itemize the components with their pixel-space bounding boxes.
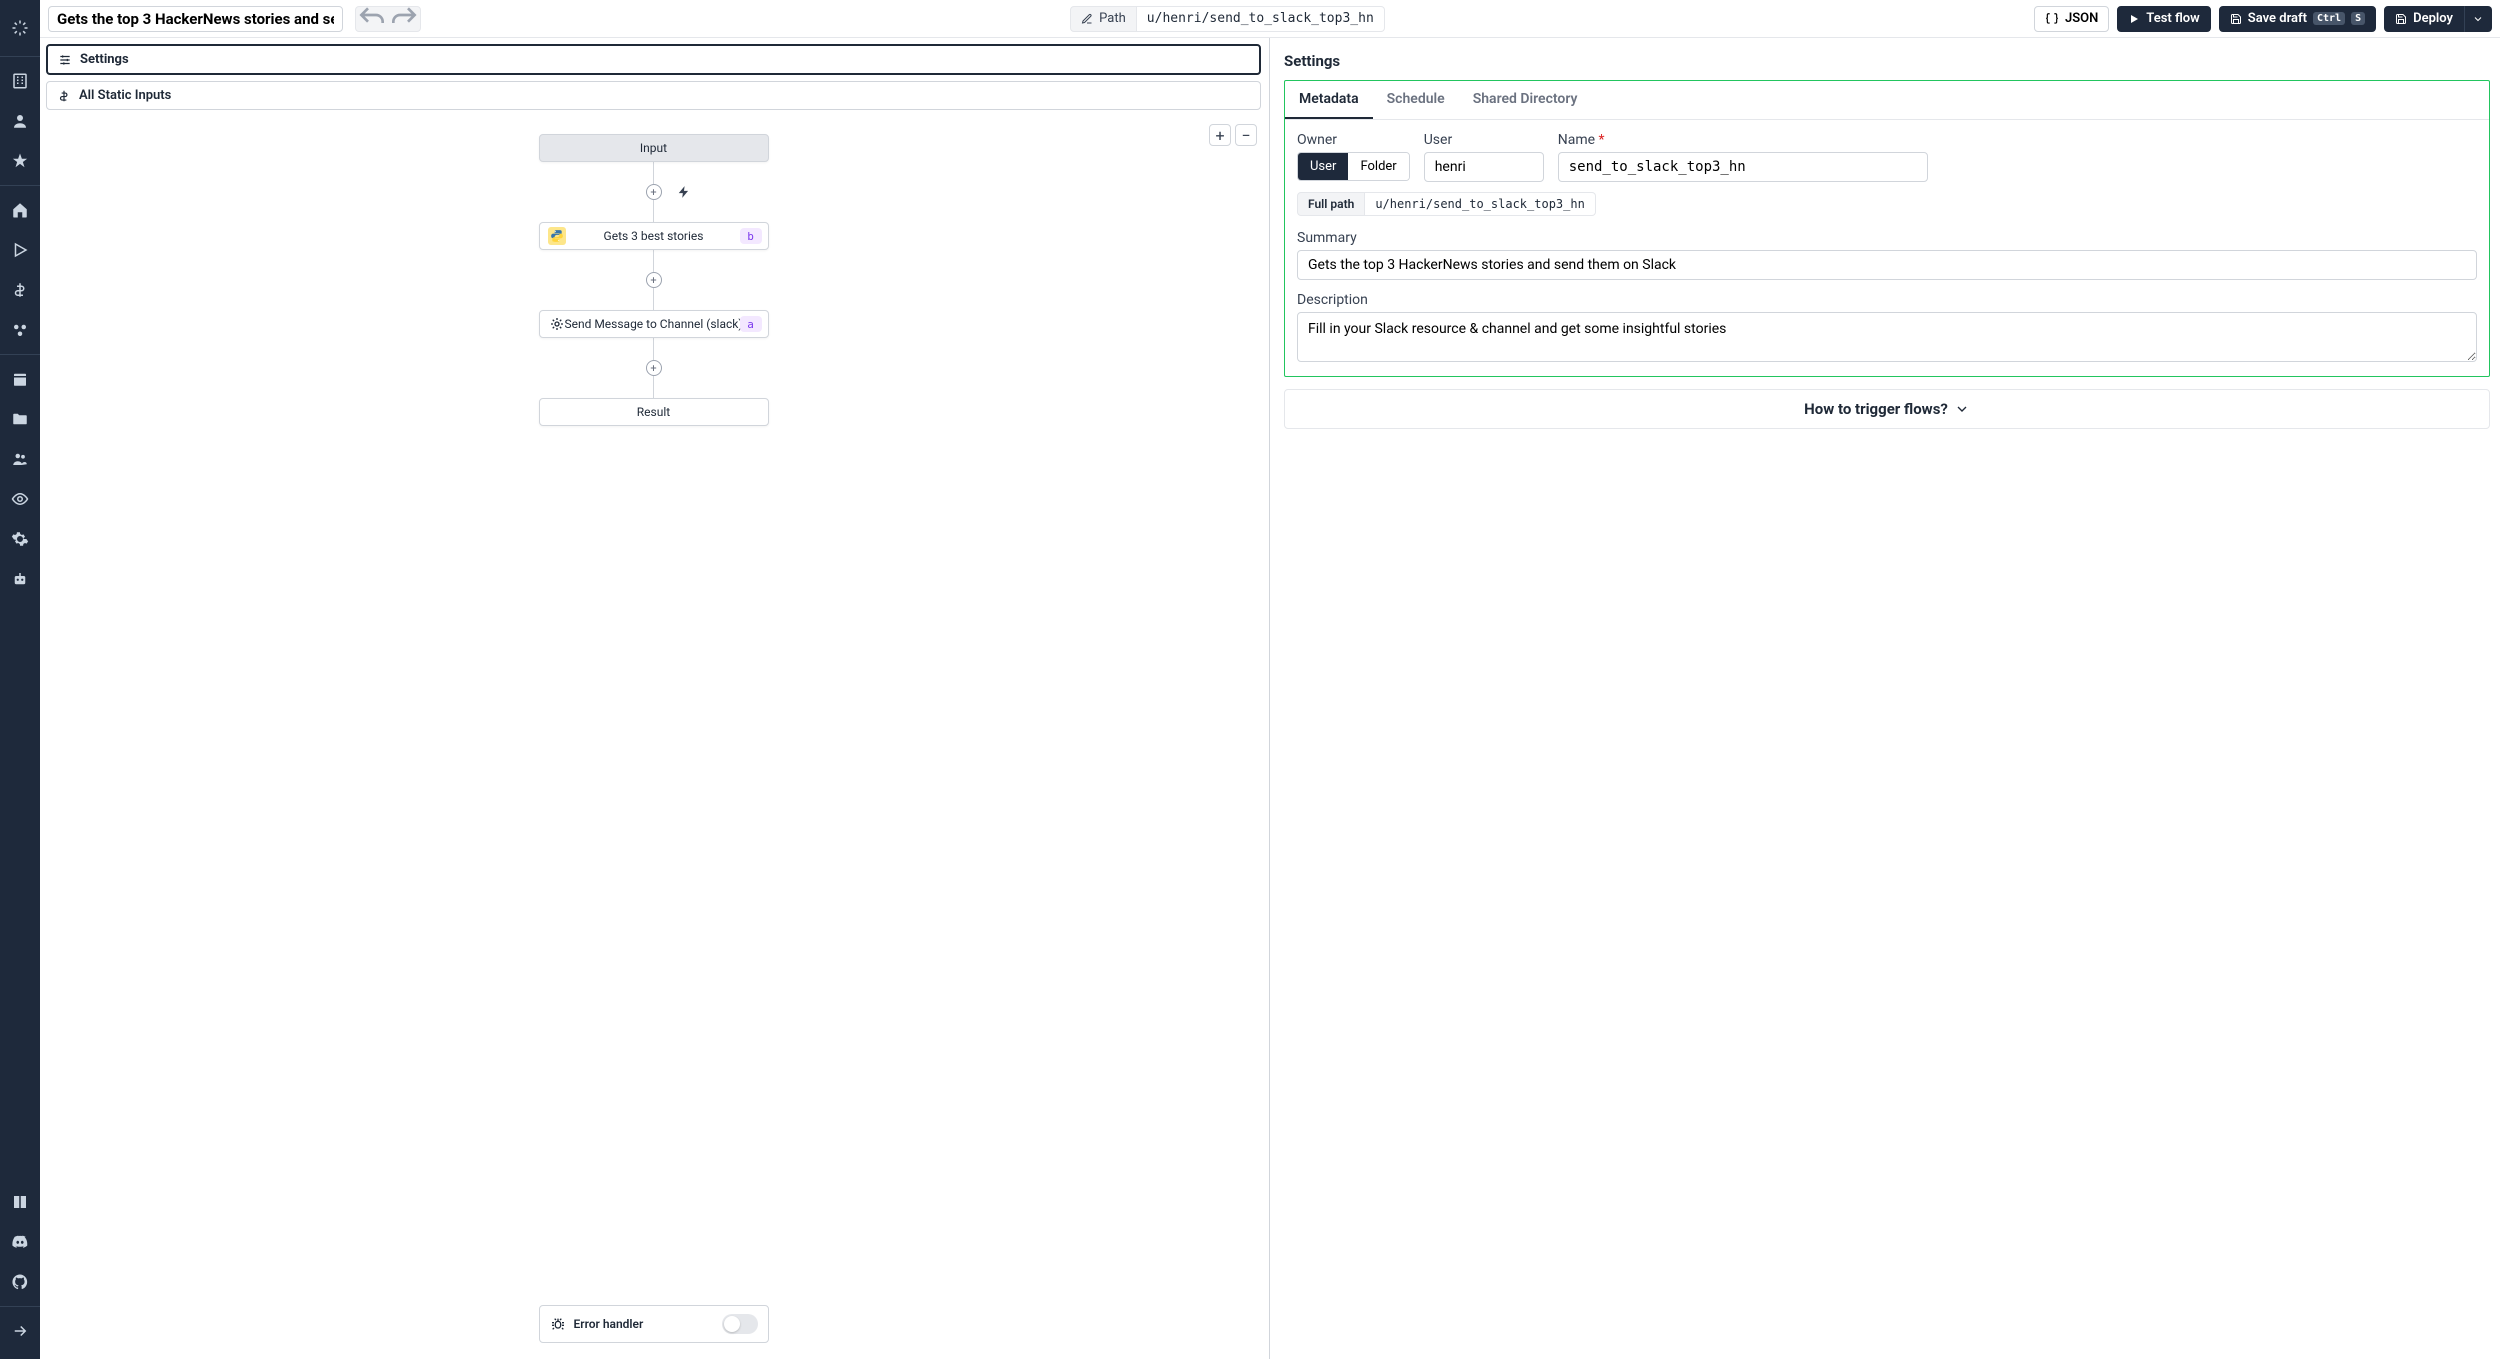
static-inputs-row[interactable]: All Static Inputs	[46, 81, 1261, 110]
python-icon	[548, 227, 566, 245]
user-input[interactable]	[1424, 152, 1544, 182]
summary-input[interactable]	[1297, 250, 2477, 280]
book-icon[interactable]	[0, 1182, 40, 1222]
deploy-button[interactable]: Deploy	[2384, 6, 2464, 32]
add-step-button-3[interactable]: +	[646, 360, 662, 376]
user-label: User	[1424, 132, 1544, 148]
name-input[interactable]	[1558, 152, 1928, 182]
description-textarea[interactable]: Fill in your Slack resource & channel an…	[1297, 312, 2477, 362]
step-letter-a: a	[740, 316, 762, 332]
github-icon[interactable]	[0, 1262, 40, 1302]
add-step-button[interactable]: +	[646, 184, 662, 200]
owner-folder-button[interactable]: Folder	[1348, 153, 1408, 180]
home-icon[interactable]	[0, 190, 40, 230]
owner-user-button[interactable]: User	[1298, 153, 1348, 180]
owner-label: Owner	[1297, 132, 1410, 148]
redo-button[interactable]	[388, 7, 420, 31]
input-node[interactable]: Input	[539, 134, 769, 162]
settings-title: Settings	[1284, 52, 2490, 70]
logo-icon[interactable]	[0, 8, 40, 48]
owner-segment: User Folder	[1297, 152, 1410, 181]
folder-icon[interactable]	[0, 399, 40, 439]
path-display: Path u/henri/send_to_slack_top3_hn	[1070, 6, 1385, 32]
users-icon[interactable]	[0, 439, 40, 479]
tab-schedule[interactable]: Schedule	[1373, 81, 1459, 119]
error-handler-row[interactable]: Error handler	[539, 1305, 769, 1343]
settings-row[interactable]: Settings	[46, 44, 1261, 75]
topbar: Path u/henri/send_to_slack_top3_hn JSON …	[40, 0, 2500, 38]
tab-shared-directory[interactable]: Shared Directory	[1459, 81, 1592, 119]
eye-icon[interactable]	[0, 479, 40, 519]
full-path-display: Full path u/henri/send_to_slack_top3_hn	[1297, 192, 2477, 216]
summary-label: Summary	[1297, 230, 2477, 246]
dollar-icon[interactable]	[0, 270, 40, 310]
result-node[interactable]: Result	[539, 398, 769, 426]
step-a-node[interactable]: Send Message to Channel (slack) a	[539, 310, 769, 338]
chevron-down-icon	[1954, 401, 1970, 417]
name-label: Name *	[1558, 132, 1928, 148]
error-handler-toggle[interactable]	[722, 1314, 758, 1334]
resources-icon[interactable]	[0, 310, 40, 350]
undo-button[interactable]	[356, 7, 388, 31]
flow-canvas-panel: Settings All Static Inputs + − Input +	[40, 38, 1270, 1359]
play-icon[interactable]	[0, 230, 40, 270]
settings-panel: Settings Metadata Schedule Shared Direct…	[1270, 38, 2500, 1359]
slack-icon	[548, 315, 566, 333]
deploy-group: Deploy	[2384, 6, 2492, 32]
bug-icon	[550, 1316, 566, 1332]
calendar-icon[interactable]	[0, 359, 40, 399]
step-letter-b: b	[740, 228, 762, 244]
zoom-in-button[interactable]: +	[1209, 124, 1231, 146]
json-button[interactable]: JSON	[2034, 6, 2109, 32]
gear-icon[interactable]	[0, 519, 40, 559]
how-to-trigger-button[interactable]: How to trigger flows?	[1284, 389, 2490, 429]
bolt-icon[interactable]	[676, 184, 692, 200]
add-step-button-2[interactable]: +	[646, 272, 662, 288]
star-icon[interactable]	[0, 141, 40, 181]
description-label: Description	[1297, 292, 2477, 308]
app-sidebar	[0, 0, 40, 1359]
settings-tabs: Metadata Schedule Shared Directory	[1285, 81, 2489, 120]
path-value[interactable]: u/henri/send_to_slack_top3_hn	[1137, 6, 1385, 32]
expand-icon[interactable]	[0, 1311, 40, 1351]
building-icon[interactable]	[0, 61, 40, 101]
tab-metadata[interactable]: Metadata	[1285, 81, 1373, 119]
undo-redo-group	[355, 6, 421, 32]
robot-icon[interactable]	[0, 559, 40, 599]
save-draft-button[interactable]: Save draft Ctrl S	[2219, 6, 2376, 32]
test-flow-button[interactable]: Test flow	[2117, 6, 2210, 32]
discord-icon[interactable]	[0, 1222, 40, 1262]
path-label: Path	[1070, 6, 1137, 32]
deploy-dropdown-button[interactable]	[2464, 6, 2492, 32]
user-icon[interactable]	[0, 101, 40, 141]
flow-canvas[interactable]: + − Input +	[46, 120, 1261, 1351]
step-b-node[interactable]: Gets 3 best stories b	[539, 222, 769, 250]
flow-title-input[interactable]	[48, 6, 343, 32]
zoom-out-button[interactable]: −	[1235, 124, 1257, 146]
